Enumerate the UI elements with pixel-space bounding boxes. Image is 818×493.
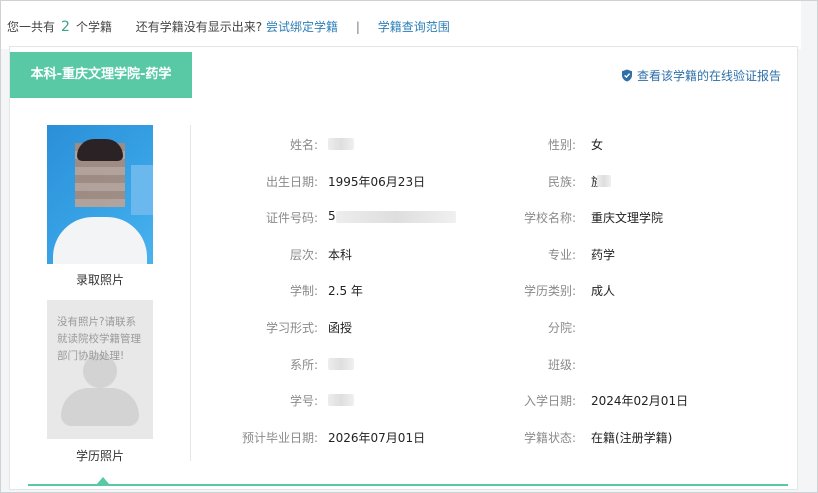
field-label: 姓名: (289, 138, 318, 152)
record-card: 本科-重庆文理学院-药学 查看该学籍的在线验证报告 录取照片 没有照片?请联系就… (9, 46, 798, 490)
summary-bar: 您一共有 2 个学籍 还有学籍没有显示出来? 尝试绑定学籍 | 学籍查询范围 (1, 1, 801, 49)
summary-prefix: 您一共有 (7, 20, 56, 34)
field-label: 证件号码: (265, 211, 318, 226)
record-title: 本科-重庆文理学院-药学 (10, 52, 192, 98)
field-value: 成人 (591, 284, 616, 299)
query-scope-link[interactable]: 学籍查询范围 (378, 20, 450, 34)
bind-record-link[interactable]: 尝试绑定学籍 (266, 20, 338, 34)
field-label: 层次: (289, 247, 318, 262)
field-label: 出生日期: (265, 174, 318, 189)
admission-photo-caption: 录取照片 (75, 273, 124, 287)
redacted-mask (336, 211, 456, 224)
window-frame: 您一共有 2 个学籍 还有学籍没有显示出来? 尝试绑定学籍 | 学籍查询范围 本科-… (0, 0, 818, 493)
summary-suffix: 个学籍 (75, 20, 112, 34)
column-divider (190, 125, 191, 461)
field-value: 女 (591, 138, 604, 152)
field-value: 在籍(注册学籍) (591, 430, 673, 445)
field-value: 2024年02月01日 (591, 394, 689, 409)
no-photo-note: 没有照片?请联系就读院校学籍管理部门协助处理! (57, 316, 141, 362)
field-label: 性别: (547, 138, 576, 152)
field-label: 民族: (547, 174, 576, 189)
field-label: 学校名称: (523, 211, 576, 226)
field-value: 1995年06月23日 (328, 174, 426, 189)
field-label: 学历类别: (523, 284, 576, 299)
field-value: 2.5 年 (328, 284, 363, 299)
redacted-mask (328, 357, 354, 370)
field-label: 专业: (547, 247, 576, 262)
field-label: 系所: (289, 357, 318, 372)
field-value: 药学 (591, 247, 616, 262)
shield-check-icon (621, 69, 632, 82)
record-count: 2 (61, 19, 70, 35)
field-label: 入学日期: (523, 394, 576, 409)
field-value: 重庆文理学院 (591, 211, 664, 226)
link-separator: | (355, 20, 360, 34)
field-value: 2026年07月01日 (328, 430, 426, 445)
field-label: 学习形式: (265, 321, 318, 335)
missing-question: 还有学籍没有显示出来? (135, 20, 263, 34)
field-label: 预计毕业日期: (241, 430, 318, 445)
avatar-body-icon (61, 388, 139, 426)
redacted-mask (328, 394, 354, 407)
field-label: 学号: (289, 394, 318, 409)
diploma-photo-caption: 学历照片 (75, 449, 124, 463)
redacted-mask (597, 174, 611, 187)
verify-report-label: 查看该学籍的在线验证报告 (636, 69, 781, 83)
field-label: 学籍状态: (523, 430, 576, 445)
field-value: 本科 (328, 247, 353, 262)
diploma-photo-placeholder: 没有照片?请联系就读院校学籍管理部门协助处理! (47, 300, 153, 439)
summary-text: 您一共有 2 个学籍 还有学籍没有显示出来? 尝试绑定学籍 | 学籍查询范围 (7, 18, 450, 35)
field-value: 5 (328, 209, 336, 224)
field-label: 分院: (547, 321, 576, 335)
field-label: 学制: (289, 284, 318, 299)
accent-divider (28, 484, 788, 486)
field-label: 班级: (547, 357, 576, 372)
redacted-mask (328, 138, 354, 150)
field-value: 函授 (328, 321, 353, 335)
admission-photo (47, 125, 153, 264)
verify-report-link[interactable]: 查看该学籍的在线验证报告 (621, 67, 781, 84)
